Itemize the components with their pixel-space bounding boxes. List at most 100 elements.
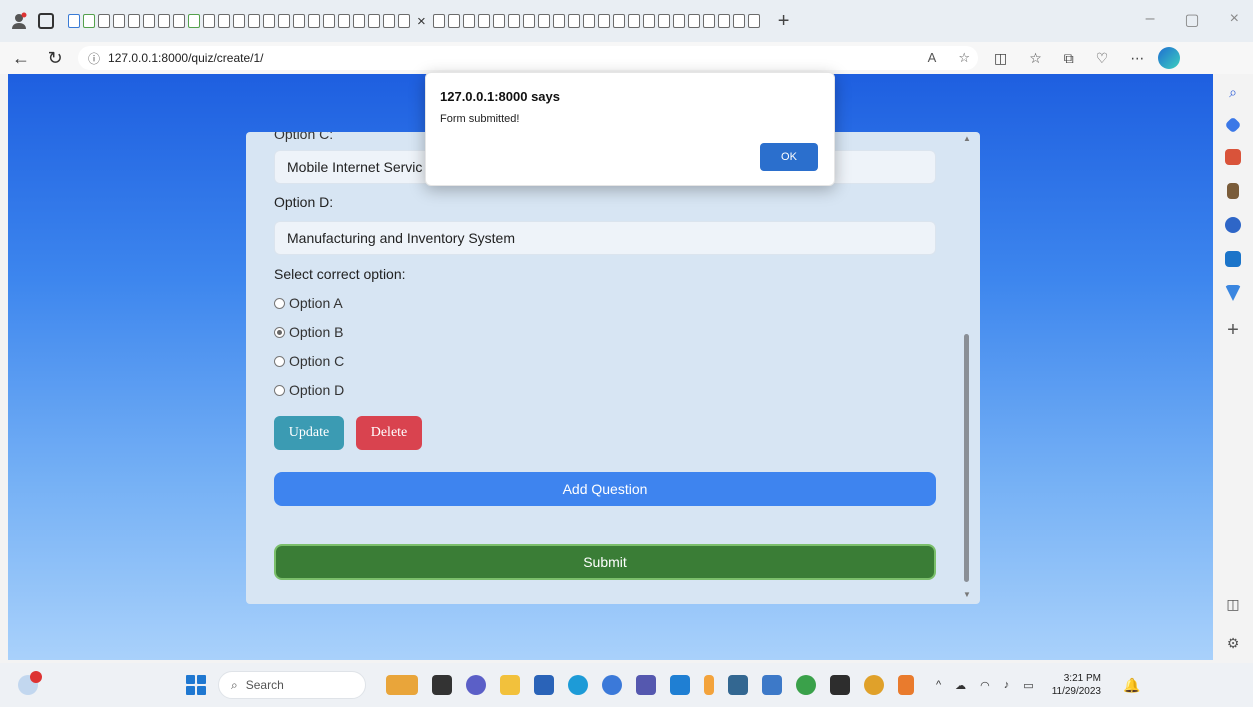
microsoft365-icon[interactable]: [1225, 217, 1241, 233]
tab-favicon-icon[interactable]: [353, 14, 365, 28]
option-d-input[interactable]: Manufacturing and Inventory System: [274, 221, 936, 255]
edge-app-icon[interactable]: [568, 675, 588, 695]
tab-favicon-icon[interactable]: [567, 14, 580, 28]
tab-favicon-icon[interactable]: [672, 14, 685, 28]
terminal-app-icon[interactable]: [830, 675, 850, 695]
tab-favicon-icon[interactable]: [507, 14, 520, 28]
tab-favicon-icon[interactable]: [447, 14, 460, 28]
whatsapp-app-icon[interactable]: [796, 675, 816, 695]
tab-favicon-icon[interactable]: [203, 14, 215, 28]
tab-favicon-icon[interactable]: [383, 14, 395, 28]
tab-favicon-icon[interactable]: [398, 14, 410, 28]
weather-widget-icon[interactable]: [18, 671, 42, 695]
postgres-app-icon[interactable]: [728, 675, 748, 695]
tab-favicon-icon[interactable]: [113, 14, 125, 28]
clock[interactable]: 3:21 PM 11/29/2023: [1052, 672, 1101, 698]
shopping-tag-icon[interactable]: [1224, 116, 1242, 134]
tab-favicon-icon[interactable]: [68, 14, 80, 28]
scroll-down-icon[interactable]: ▼: [962, 590, 972, 600]
radio-option-a[interactable]: Option A: [274, 295, 343, 311]
tab-close-icon[interactable]: ×: [417, 13, 426, 30]
favorites-icon[interactable]: ☆: [1029, 50, 1042, 67]
minimize-button[interactable]: –: [1146, 10, 1155, 30]
wifi-icon[interactable]: ◠: [980, 679, 990, 692]
back-arrow-icon[interactable]: ←: [8, 48, 34, 69]
radio-option-b[interactable]: Option B: [274, 324, 343, 340]
profile-icon[interactable]: [8, 10, 30, 32]
games-icon[interactable]: [1227, 183, 1239, 199]
tools-briefcase-icon[interactable]: [1225, 149, 1241, 165]
tab-favicon-icon[interactable]: [732, 14, 745, 28]
chrome-app-icon[interactable]: [864, 675, 884, 695]
tab-favicon-icon[interactable]: [278, 14, 290, 28]
vscode-app-icon[interactable]: [670, 675, 690, 695]
tab-favicon-icon[interactable]: [233, 14, 245, 28]
hide-sidebar-icon[interactable]: ◫: [1226, 596, 1239, 613]
sublime-app-icon[interactable]: [704, 675, 714, 695]
tab-favicon-icon[interactable]: [432, 14, 445, 28]
tab-favicon-icon[interactable]: [323, 14, 335, 28]
chevron-up-icon[interactable]: ^: [936, 679, 941, 691]
notification-bell-icon[interactable]: 🔔: [1123, 677, 1140, 694]
tab-favicon-icon[interactable]: [477, 14, 490, 28]
info-icon[interactable]: ⓘ: [88, 50, 100, 67]
tab-favicon-icon[interactable]: [188, 14, 200, 28]
chat-app-icon[interactable]: [466, 675, 486, 695]
refresh-icon[interactable]: ↻: [42, 48, 68, 69]
url-input[interactable]: ⓘ 127.0.0.1:8000/quiz/create/1/ A ☆: [78, 46, 978, 70]
file-explorer-icon[interactable]: [500, 675, 520, 695]
scroll-thumb[interactable]: [964, 334, 969, 582]
extensions-icon[interactable]: ♡: [1096, 50, 1109, 67]
widgets-app-icon[interactable]: [386, 675, 418, 695]
more-menu-icon[interactable]: ⋯: [1130, 50, 1144, 67]
read-aloud-icon[interactable]: A: [928, 50, 937, 66]
tab-favicon-icon[interactable]: [657, 14, 670, 28]
drop-icon[interactable]: [1225, 285, 1241, 301]
tab-favicon-icon[interactable]: [143, 14, 155, 28]
tab-favicon-icon[interactable]: [308, 14, 320, 28]
dialog-ok-button[interactable]: OK: [760, 143, 818, 171]
notepad-app-icon[interactable]: [762, 675, 782, 695]
close-window-button[interactable]: ×: [1230, 10, 1239, 30]
tab-actions-icon[interactable]: [38, 13, 54, 29]
new-tab-button[interactable]: +: [778, 10, 790, 33]
store-app-icon[interactable]: [534, 675, 554, 695]
tab-favicon-icon[interactable]: [248, 14, 260, 28]
tab-favicon-icon[interactable]: [492, 14, 505, 28]
tab-favicon-icon[interactable]: [368, 14, 380, 28]
radio-option-c[interactable]: Option C: [274, 353, 344, 369]
start-button[interactable]: [186, 675, 206, 695]
tab-favicon-icon[interactable]: [597, 14, 610, 28]
tab-favicon-icon[interactable]: [293, 14, 305, 28]
tab-favicon-icon[interactable]: [522, 14, 535, 28]
radio-icon[interactable]: [274, 355, 285, 367]
radio-icon[interactable]: [274, 384, 285, 396]
copilot-icon[interactable]: [1158, 47, 1181, 69]
tab-favicon-icon[interactable]: [98, 14, 110, 28]
tab-favicon-icon[interactable]: [747, 14, 760, 28]
delete-button[interactable]: Delete: [356, 416, 422, 450]
scroll-up-icon[interactable]: ▲: [962, 134, 972, 144]
tab-favicon-icon[interactable]: [702, 14, 715, 28]
tab-favicon-icon[interactable]: [462, 14, 475, 28]
tab-favicon-icon[interactable]: [263, 14, 275, 28]
taskbar-search-input[interactable]: ⌕ Search: [218, 671, 366, 699]
tab-favicon-icon[interactable]: [552, 14, 565, 28]
radio-option-d[interactable]: Option D: [274, 382, 344, 398]
search-icon[interactable]: ⌕: [1229, 84, 1237, 101]
copilot-app-icon[interactable]: [602, 675, 622, 695]
tab-favicon-icon[interactable]: [582, 14, 595, 28]
network-app-icon[interactable]: [898, 675, 914, 695]
teams-app-icon[interactable]: [636, 675, 656, 695]
volume-icon[interactable]: ♪: [1004, 679, 1010, 691]
tab-favicon-icon[interactable]: [717, 14, 730, 28]
restore-button[interactable]: ▢: [1185, 10, 1200, 30]
tab-favicon-icon[interactable]: [83, 14, 95, 28]
sidebar-settings-icon[interactable]: ⚙: [1227, 635, 1240, 652]
tab-strip[interactable]: ×: [68, 6, 760, 36]
radio-selected-icon[interactable]: [274, 326, 285, 338]
tab-favicon-icon[interactable]: [687, 14, 700, 28]
outlook-icon[interactable]: [1225, 251, 1241, 267]
split-screen-icon[interactable]: ◫: [994, 50, 1007, 67]
task-view-icon[interactable]: [432, 675, 452, 695]
